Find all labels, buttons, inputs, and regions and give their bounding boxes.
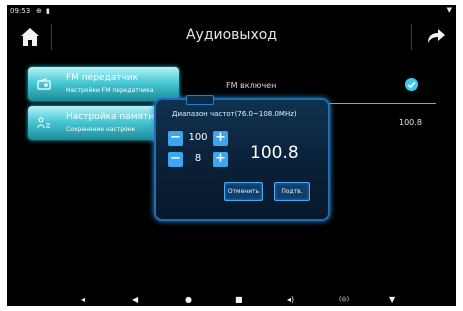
minus-icon: −	[170, 151, 181, 166]
memory-icon	[37, 117, 50, 129]
share-arrow-icon[interactable]	[426, 27, 446, 45]
recents-icon[interactable]: ■	[235, 293, 243, 306]
dialog-decoration	[186, 95, 214, 105]
screen: 09:53 ⊕ ▮ ▼ Аудиовыход FM передатчик Нас…	[7, 5, 456, 306]
navigation-bar: ◂ ◀ ● ■ ◂) (ı|ı) ▼	[7, 293, 456, 306]
dialog-title: Диапазон частот(76.0~108.0MHz)	[172, 110, 297, 118]
signal-icon[interactable]: (ı|ı)	[339, 293, 349, 306]
integer-minus-button[interactable]: −	[168, 131, 183, 146]
decimal-minus-button[interactable]: −	[168, 152, 183, 167]
settings-status-icon: ⊕	[36, 7, 42, 15]
plus-icon: +	[215, 151, 226, 166]
decimal-plus-button[interactable]: +	[213, 152, 228, 167]
status-bar: 09:53 ⊕ ▮ ▼	[7, 5, 456, 18]
home-nav-icon[interactable]: ●	[185, 293, 192, 306]
status-time: 09:53	[10, 7, 31, 15]
volume-down-icon[interactable]: ◂	[81, 293, 85, 306]
header-divider-right	[411, 24, 412, 50]
confirm-button[interactable]: Подтв.	[274, 182, 310, 201]
cancel-button[interactable]: Отменить	[224, 182, 263, 201]
integer-plus-button[interactable]: +	[213, 131, 228, 146]
hide-nav-icon[interactable]: ▼	[389, 293, 395, 306]
frequency-dialog: Диапазон частот(76.0~108.0MHz) − 100 + −…	[154, 95, 330, 221]
back-icon[interactable]: ◀	[132, 293, 138, 306]
volume-up-icon[interactable]: ◂)	[287, 293, 294, 306]
frequency-value[interactable]: 100.8	[399, 118, 422, 127]
integer-value: 100	[188, 132, 208, 143]
fm-enabled-label: FM включен	[226, 81, 277, 90]
fm-transmitter-title: FM передатчик	[66, 73, 139, 83]
page-title: Аудиовыход	[185, 27, 278, 43]
radio-icon	[37, 78, 51, 90]
header: Аудиовыход	[7, 18, 456, 56]
wifi-icon: ▼	[446, 6, 452, 14]
fm-transmitter-button[interactable]: FM передатчик Настройки FM передатчика	[28, 67, 179, 101]
decimal-value: 8	[194, 153, 202, 164]
checkmark-icon[interactable]	[405, 78, 418, 91]
minus-icon: −	[170, 130, 181, 145]
frequency-display: 100.8	[250, 143, 299, 163]
fm-transmitter-subtitle: Настройки FM передатчика	[66, 87, 154, 94]
plus-icon: +	[215, 130, 226, 145]
sim-status-icon: ▮	[46, 7, 50, 15]
memory-settings-title: Настройка памяти	[66, 112, 155, 122]
memory-settings-subtitle: Сохранение настроек	[66, 126, 136, 133]
